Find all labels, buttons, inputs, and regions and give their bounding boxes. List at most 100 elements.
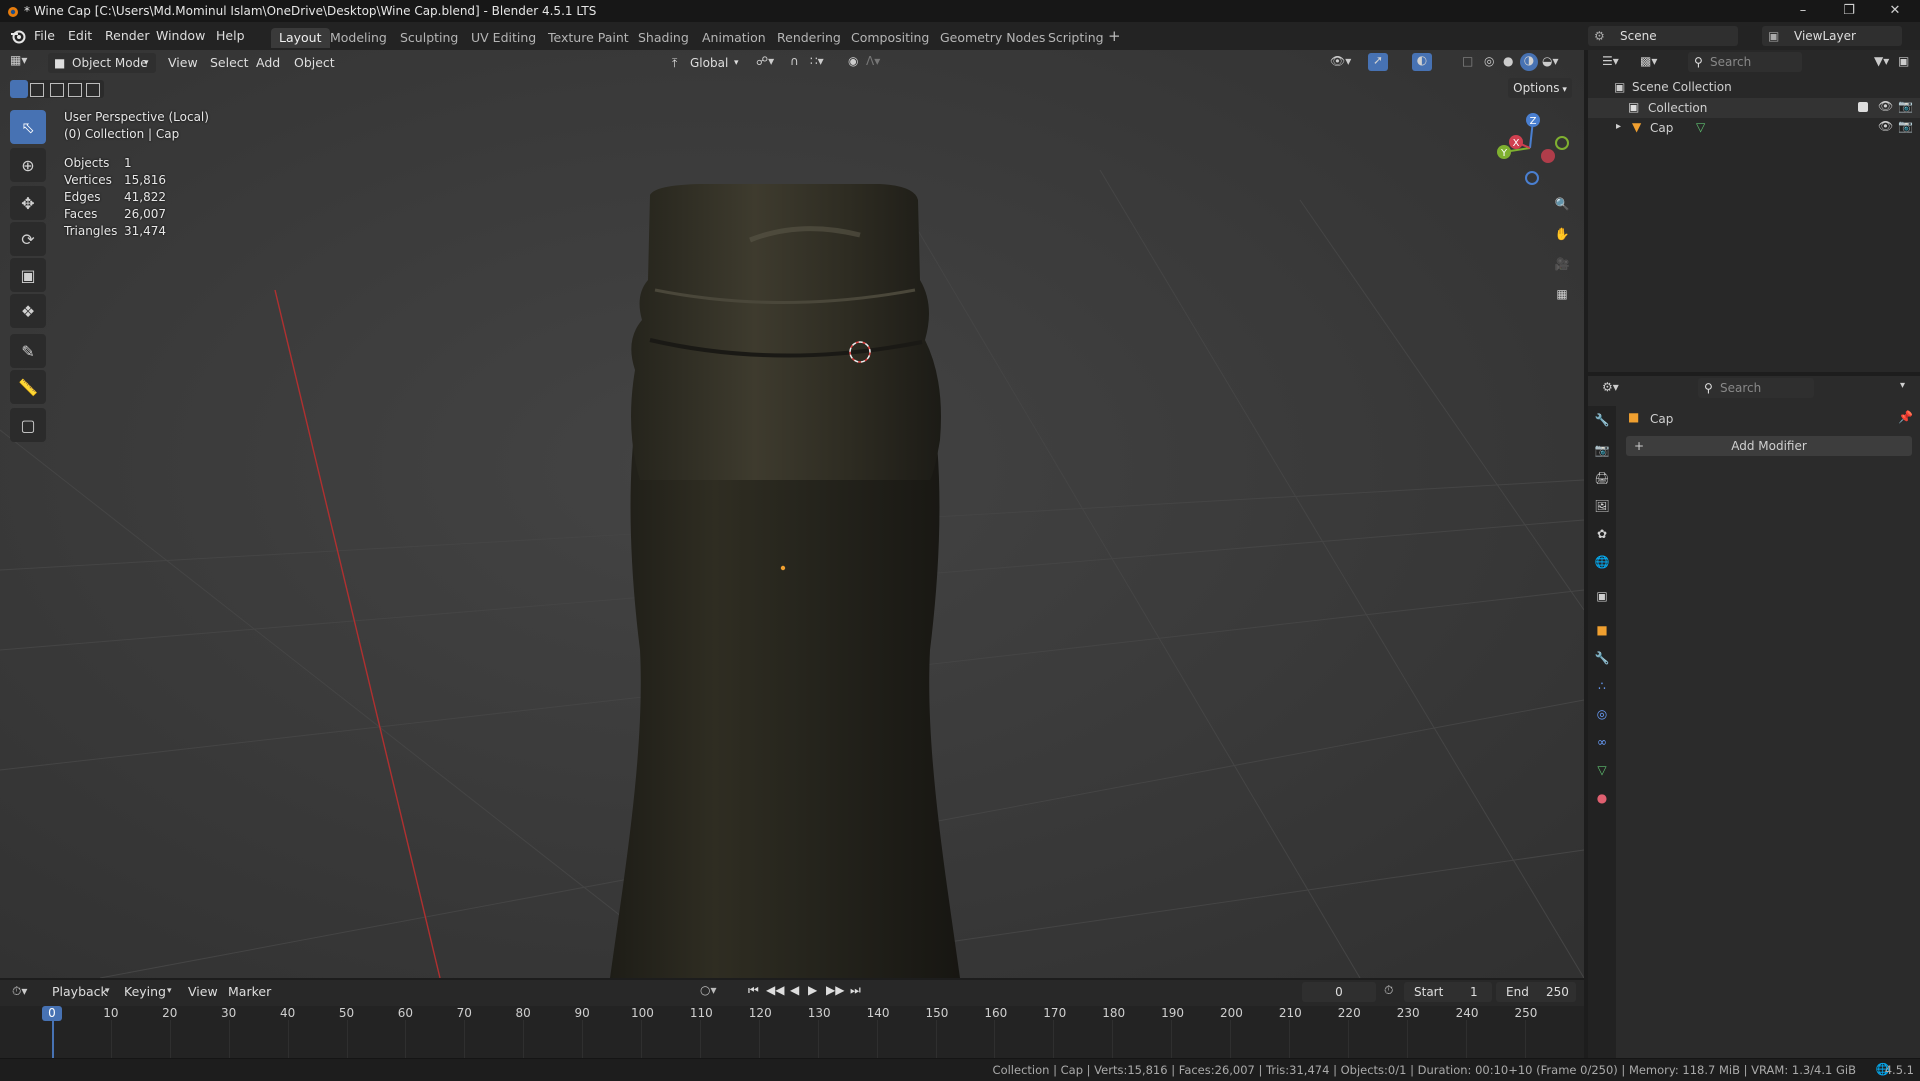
tab-animation[interactable]: Animation <box>694 28 774 48</box>
tab-layout[interactable]: Layout <box>271 28 330 48</box>
snap-icon[interactable]: ∩ <box>790 54 799 68</box>
menu-file[interactable]: File <box>34 28 55 43</box>
chevron-down-icon[interactable]: ▾ <box>1900 380 1905 391</box>
world-tab-icon[interactable]: 🌐 <box>1592 552 1612 572</box>
menu-help[interactable]: Help <box>216 28 245 43</box>
mode-selector[interactable]: ■ Object Mode ▾ <box>48 53 156 73</box>
timeline-ruler[interactable]: 0 10 20 30 40 50 60 70 80 90 100 110 120 130 140 150 160… <box>0 1006 1584 1058</box>
viewport-menu-select[interactable]: Select <box>210 55 249 70</box>
measure-tool-icon[interactable]: 📏 <box>10 370 46 404</box>
editor-type-icon[interactable]: ▦▾ <box>10 53 40 73</box>
transform-tool-icon[interactable]: ❖ <box>10 294 46 328</box>
tool-tab-icon[interactable]: 🔧 <box>1592 410 1612 430</box>
tab-compositing[interactable]: Compositing <box>843 28 937 48</box>
outliner-row-cap[interactable]: ▸ ▼ Cap ▽ 👁 📷 <box>1588 118 1920 138</box>
render-camera-icon[interactable]: 📷 <box>1898 99 1913 113</box>
scene-selector[interactable]: ⚙ Scene <box>1588 26 1738 46</box>
scale-tool-icon[interactable]: ▣ <box>10 258 46 292</box>
display-mode-icon[interactable]: ▩▾ <box>1640 54 1657 68</box>
material-tab-icon[interactable]: ● <box>1592 788 1612 808</box>
zoom-icon[interactable]: 🔍 <box>1548 190 1576 218</box>
preview-range-icon[interactable]: ⏱ <box>1384 983 1393 998</box>
outliner-search-input[interactable]: ⚲ Search <box>1688 52 1802 72</box>
output-tab-icon[interactable]: 🖨 <box>1592 468 1612 488</box>
navigation-gizmo[interactable]: Z Y X <box>1490 108 1570 188</box>
cursor-tool-icon[interactable]: ⊕ <box>10 148 46 182</box>
select-extend-icon[interactable] <box>30 83 44 97</box>
add-modifier-button[interactable]: + Add Modifier <box>1626 436 1912 456</box>
rendered-shading-icon[interactable]: ◒▾ <box>1542 54 1559 68</box>
pan-hand-icon[interactable]: ✋ <box>1548 220 1576 248</box>
previous-keyframe-icon[interactable]: ◀◀ <box>766 983 784 997</box>
perspective-toggle-icon[interactable]: ▦ <box>1548 280 1576 308</box>
select-subtract-icon[interactable] <box>50 83 64 97</box>
play-icon[interactable]: ▶ <box>808 983 817 997</box>
xray-icon[interactable]: □ <box>1462 54 1473 68</box>
material-preview-icon[interactable]: ◑ <box>1520 53 1538 71</box>
rotate-tool-icon[interactable]: ⟳ <box>10 222 46 256</box>
view-layer-tab-icon[interactable]: 🖼 <box>1592 496 1612 516</box>
viewport-menu-view[interactable]: View <box>168 55 198 70</box>
add-cube-tool-icon[interactable]: ▢ <box>10 408 46 442</box>
wireframe-shading-icon[interactable]: ◎ <box>1484 54 1494 68</box>
minimize-button[interactable]: – <box>1780 0 1826 22</box>
tab-scripting[interactable]: Scripting <box>1040 28 1112 48</box>
options-button[interactable]: Options ▾ <box>1508 78 1572 98</box>
new-collection-icon[interactable]: ▣ <box>1898 54 1909 68</box>
jump-end-icon[interactable]: ⏭ <box>850 983 861 998</box>
object-tab-icon[interactable]: ■ <box>1592 620 1612 640</box>
viewport-menu-add[interactable]: Add <box>256 55 280 70</box>
outliner-editor-icon[interactable]: ☰▾ <box>1602 54 1619 68</box>
select-box-tool-icon[interactable]: ⬁ <box>10 110 46 144</box>
camera-view-icon[interactable]: 🎥 <box>1548 250 1576 278</box>
exclude-checkbox[interactable] <box>1858 102 1868 112</box>
tab-uv-editing[interactable]: UV Editing <box>463 28 544 48</box>
auto-keying-icon[interactable]: ○▾ <box>700 983 717 997</box>
play-reverse-icon[interactable]: ◀ <box>790 983 799 997</box>
render-tab-icon[interactable]: 📷 <box>1592 440 1612 460</box>
timeline-menu-keying[interactable]: Keying <box>124 984 166 999</box>
tab-shading[interactable]: Shading <box>630 28 697 48</box>
select-new-icon[interactable] <box>10 80 28 98</box>
filter-icon[interactable]: ▼▾ <box>1874 54 1889 68</box>
menu-window[interactable]: Window <box>156 28 205 43</box>
menu-edit[interactable]: Edit <box>68 28 92 43</box>
overlays-toggle-icon[interactable]: ◐ <box>1412 53 1432 71</box>
particles-tab-icon[interactable]: ∴ <box>1592 676 1612 696</box>
select-intersect-icon[interactable] <box>86 83 100 97</box>
view-layer-selector[interactable]: ▣ ViewLayer <box>1762 26 1902 46</box>
physics-tab-icon[interactable]: ◎ <box>1592 704 1612 724</box>
select-invert-icon[interactable] <box>68 83 82 97</box>
eye-icon[interactable]: 👁 <box>1878 99 1893 113</box>
timeline-menu-view[interactable]: View <box>188 984 218 999</box>
pin-icon[interactable]: 📌 <box>1898 410 1913 424</box>
current-frame-marker[interactable]: 0 <box>42 1006 62 1021</box>
outliner-row-collection[interactable]: ▣ Collection 👁 📷 <box>1588 98 1920 118</box>
viewport-menu-object[interactable]: Object <box>294 55 335 70</box>
start-frame-field[interactable]: Start 1 <box>1404 982 1492 1002</box>
add-workspace-icon[interactable]: + <box>1108 27 1121 45</box>
data-tab-icon[interactable]: ▽ <box>1592 760 1612 780</box>
tab-modeling[interactable]: Modeling <box>322 28 395 48</box>
next-keyframe-icon[interactable]: ▶▶ <box>826 983 844 997</box>
close-button[interactable]: ✕ <box>1872 0 1918 22</box>
timeline-editor-icon[interactable]: ⏱▾ <box>12 984 27 999</box>
end-frame-field[interactable]: End 250 <box>1496 982 1576 1002</box>
scene-tab-icon[interactable]: ✿ <box>1592 524 1612 544</box>
tab-geometry-nodes[interactable]: Geometry Nodes <box>932 28 1053 48</box>
jump-start-icon[interactable]: ⏮ <box>748 983 759 998</box>
move-tool-icon[interactable]: ✥ <box>10 186 46 220</box>
current-frame-field[interactable]: 0 <box>1302 982 1376 1002</box>
blender-menu-icon[interactable] <box>10 28 26 44</box>
transform-orientation-selector[interactable]: ⤒ Global ▾ <box>670 53 746 73</box>
annotate-tool-icon[interactable]: ✎ <box>10 334 46 368</box>
playhead-line[interactable] <box>52 1021 54 1058</box>
solid-shading-icon[interactable]: ● <box>1503 54 1513 68</box>
modifier-tab-icon[interactable]: 🔧 <box>1592 648 1612 668</box>
restore-button[interactable]: ❐ <box>1826 0 1872 22</box>
visibility-icon[interactable]: 👁▾ <box>1330 54 1351 68</box>
3d-viewport[interactable]: ▦▾ ■ Object Mode ▾ View Select Add Objec… <box>0 50 1584 978</box>
menu-render[interactable]: Render <box>105 28 150 43</box>
properties-search-input[interactable]: ⚲ Search <box>1698 378 1814 398</box>
collection-tab-icon[interactable]: ▣ <box>1592 586 1612 606</box>
